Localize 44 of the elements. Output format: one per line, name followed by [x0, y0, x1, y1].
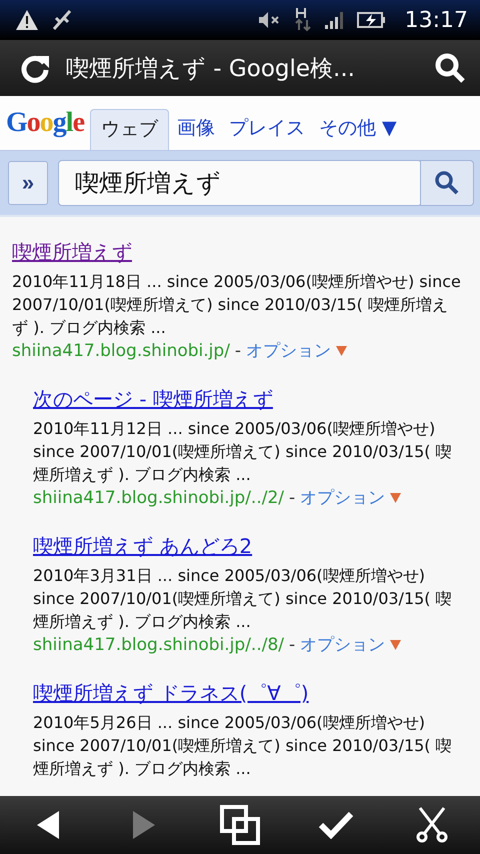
battery-charging-icon	[356, 11, 385, 29]
search-tab[interactable]: その他 ▼	[313, 109, 403, 150]
result-url: shiina417.blog.shinobi.jp/../2/	[33, 488, 284, 508]
mute-icon	[258, 12, 281, 28]
result-snippet: 2010年11月12日 ... since 2005/03/06(喫煙所増やせ) since 2007/10/01(喫煙所増えて) since 2010/03/15( 喫煙所増えず ). ブログ内検索 ...	[33, 418, 453, 486]
separator: -	[289, 634, 296, 654]
options-link[interactable]: オプション	[300, 633, 386, 656]
back-icon[interactable]	[37, 811, 59, 839]
google-logo: Google	[6, 107, 84, 139]
result-title-link[interactable]: 次のページ - 喫煙所増えず	[33, 386, 273, 413]
scissors-icon[interactable]	[416, 807, 448, 843]
separator: -	[234, 340, 242, 360]
warning-icon	[16, 10, 38, 30]
result-url: shiina417.blog.shinobi.jp/	[12, 340, 230, 360]
search-field[interactable]: 喫煙所増えず	[58, 160, 422, 206]
result-snippet: 2010年3月31日 ... since 2005/03/06(喫煙所増やせ) since 2007/10/01(喫煙所増えて) since 2010/03/15( 喫煙所増えず ). ブログ内検索 ...	[33, 565, 453, 633]
windows-icon[interactable]	[220, 805, 260, 845]
caret-icon[interactable]	[336, 346, 348, 356]
expand-button[interactable]: »	[8, 161, 48, 205]
search-button[interactable]	[420, 160, 474, 206]
check-icon[interactable]	[318, 811, 354, 839]
signal-icon	[324, 11, 343, 29]
options-link[interactable]: オプション	[300, 486, 386, 509]
usb-icon	[52, 9, 72, 31]
result-url: shiina417.blog.shinobi.jp/../8/	[33, 634, 284, 654]
page-title: 喫煙所増えず - Google検...	[66, 54, 356, 84]
search-icon[interactable]	[434, 52, 466, 84]
result-title-link[interactable]: 喫煙所増えず	[12, 239, 132, 266]
search-tab[interactable]: 画像	[171, 109, 221, 150]
search-tab[interactable]: プレイス	[223, 109, 311, 150]
clock-time: 13:17	[404, 8, 468, 32]
result-title-link[interactable]: 喫煙所増えず あんどろ2	[33, 533, 252, 560]
forward-icon[interactable]	[133, 811, 155, 839]
options-link[interactable]: オプション	[246, 339, 332, 362]
separator: -	[289, 488, 296, 508]
caret-icon[interactable]	[390, 640, 402, 650]
search-tab[interactable]: ウェブ	[90, 109, 169, 150]
search-icon	[434, 170, 460, 196]
data-arrows-icon	[294, 8, 311, 32]
result-snippet: 2010年5月26日 ... since 2005/03/06(喫煙所増やせ) since 2007/10/01(喫煙所増えて) since 2010/03/15( 喫煙所増えず ). ブログ内検索 ...	[33, 712, 453, 780]
result-snippet: 2010年11月18日 ... since 2005/03/06(喫煙所増やせ) since 2007/10/01(喫煙所増えて) since 2010/03/15( 喫煙所増えず ). ブログ内検索 ...	[12, 271, 462, 339]
refresh-icon[interactable]	[20, 53, 50, 83]
caret-icon[interactable]	[390, 492, 402, 502]
result-title-link[interactable]: 喫煙所増えず ドラネス(゜∀゜)	[33, 680, 309, 707]
